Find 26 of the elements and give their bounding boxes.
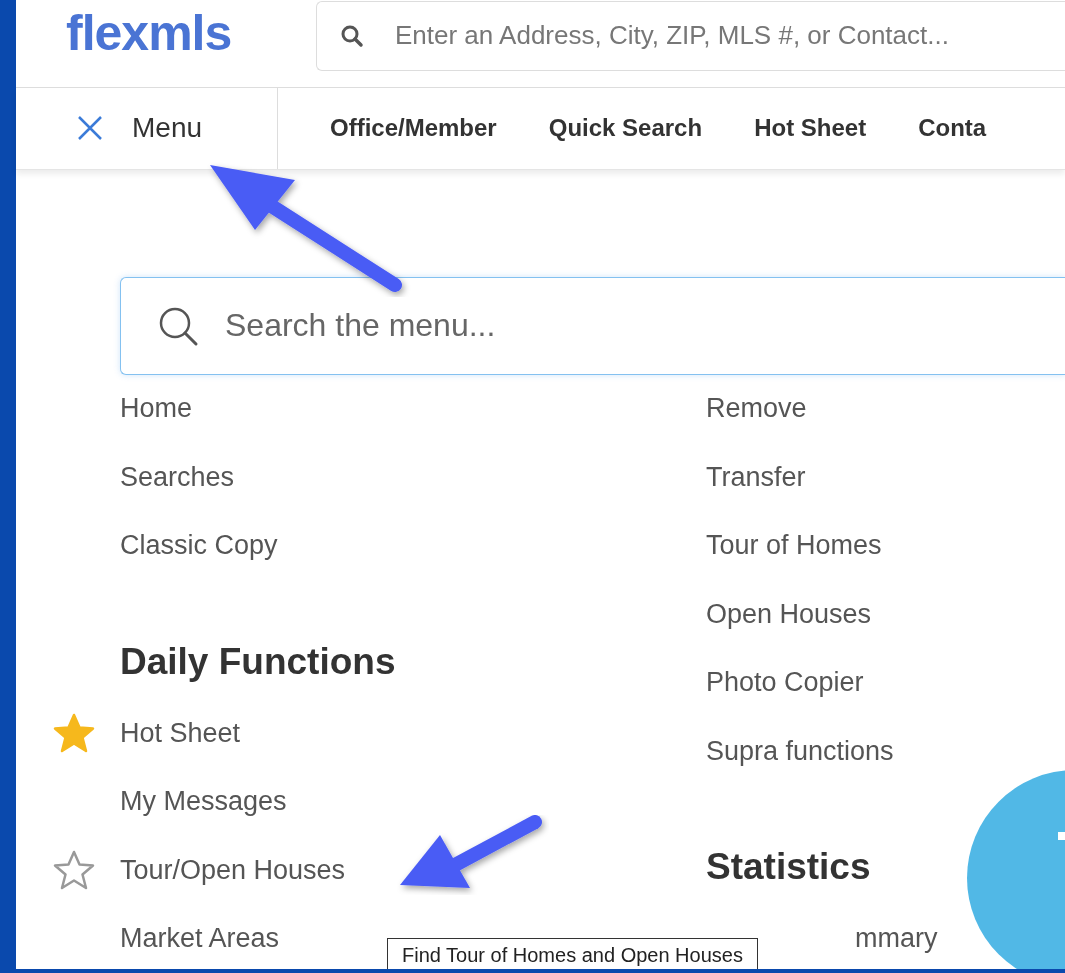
nav-link[interactable]: Conta	[918, 114, 987, 143]
menu-link[interactable]: My Messages	[120, 786, 287, 818]
section-heading: Statistics	[706, 845, 872, 889]
menu-link[interactable]: Supra functions	[706, 735, 894, 767]
menu-link[interactable]: Transfer	[706, 461, 806, 493]
menu-link[interactable]: Tour/Open Houses	[120, 854, 346, 886]
search-field[interactable]: Enter an Address, City, ZIP, MLS #, or Contact...	[316, 0, 1065, 71]
star-icon[interactable]	[53, 713, 95, 754]
menu-link[interactable]: Classic Copy	[120, 530, 278, 562]
nav-link[interactable]: Quick Search	[548, 114, 703, 143]
section-heading: Daily Functions	[120, 639, 397, 684]
menu-search-field[interactable]: Search the menu...	[120, 276, 1065, 375]
menu-link[interactable]: Open Houses	[706, 598, 872, 630]
menu-link[interactable]: Home	[120, 393, 193, 425]
search-icon	[340, 23, 364, 48]
nav-link[interactable]: Office/Member	[330, 114, 497, 143]
menu-link[interactable]: Tour of Homes	[706, 530, 882, 562]
star-icon[interactable]	[53, 850, 95, 891]
menu-link[interactable]: Photo Copier	[706, 667, 864, 699]
menu-link[interactable]: Searches	[120, 461, 235, 493]
menu-link[interactable]: Market Areas	[120, 923, 280, 955]
menu-link[interactable]: Hot Sheet	[120, 717, 241, 749]
logo: flexmls	[66, 4, 233, 63]
menu-link[interactable]: Remove	[706, 393, 807, 425]
nav-link[interactable]: Hot Sheet	[754, 114, 867, 143]
menu-link[interactable]: mmary	[855, 923, 938, 955]
